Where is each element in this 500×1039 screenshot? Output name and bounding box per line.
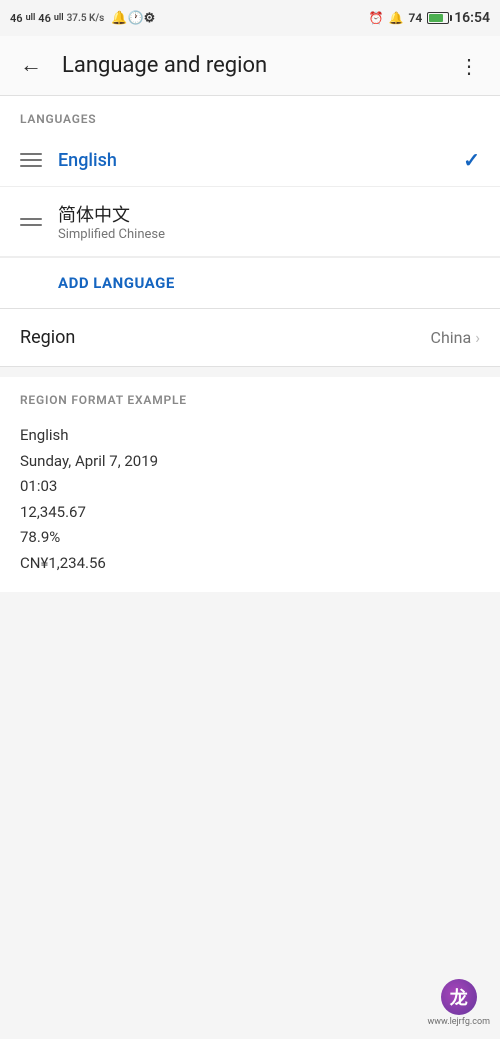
- signal-indicator: 46: [10, 12, 23, 25]
- language-sub-chinese: Simplified Chinese: [58, 227, 480, 242]
- region-label: Region: [20, 327, 75, 348]
- watermark: 龙 www.lejrfg.com: [427, 979, 490, 1027]
- status-right: ⏰ 🔔 74 16:54: [369, 10, 490, 26]
- language-name-chinese: 简体中文: [58, 201, 480, 227]
- format-line-6: CN¥1,234.56: [20, 551, 480, 577]
- signal-divider: ull: [26, 13, 36, 23]
- drag-handle-chinese[interactable]: [20, 218, 42, 226]
- format-line-2: Sunday, April 7, 2019: [20, 449, 480, 475]
- region-value-wrap: China ›: [431, 328, 480, 347]
- app-bar: ← Language and region ⋮: [0, 36, 500, 96]
- region-value: China: [431, 328, 472, 347]
- alarm-icon: ⏰: [369, 11, 384, 25]
- status-left: 46 ull 46 ull 37.5 K/s 🔔🕐⚙: [10, 11, 155, 26]
- drag-handle-english[interactable]: [20, 153, 42, 167]
- languages-section: LANGUAGES English ✓ 简体中文 Simplified Chin…: [0, 96, 500, 308]
- drag-line-4: [20, 218, 42, 220]
- chevron-right-icon: ›: [475, 328, 480, 347]
- drag-line-3: [20, 165, 42, 167]
- notification-icons: 🔔🕐⚙: [111, 11, 155, 26]
- watermark-logo: 龙: [441, 979, 477, 1015]
- language-item-english[interactable]: English ✓: [0, 134, 500, 187]
- network-speed: 37.5 K/s: [67, 13, 105, 24]
- battery-icon: [427, 12, 449, 24]
- battery-label: 74: [408, 11, 422, 25]
- format-line-3: 01:03: [20, 474, 480, 500]
- active-check-icon: ✓: [463, 148, 480, 172]
- drag-line-1: [20, 153, 42, 155]
- region-row[interactable]: Region China ›: [0, 308, 500, 367]
- time-display: 16:54: [454, 10, 490, 26]
- page-title: Language and region: [62, 53, 439, 78]
- more-options-button[interactable]: ⋮: [455, 50, 484, 82]
- signal-indicator2: 46: [38, 12, 51, 25]
- add-language-button[interactable]: ADD LANGUAGE: [0, 257, 500, 308]
- timer-icon: 🔔: [389, 11, 404, 25]
- drag-line-2: [20, 159, 42, 161]
- language-name-zh-wrap: 简体中文 Simplified Chinese: [58, 201, 480, 242]
- back-button[interactable]: ←: [16, 51, 46, 81]
- battery-fill: [429, 14, 443, 22]
- format-section-header: REGION FORMAT EXAMPLE: [20, 393, 480, 407]
- signal-divider2: ull: [54, 13, 64, 23]
- drag-line-5: [20, 224, 42, 226]
- languages-section-header: LANGUAGES: [0, 96, 500, 134]
- watermark-url: www.lejrfg.com: [427, 1017, 490, 1027]
- language-name-english: English: [58, 150, 463, 171]
- format-line-1: English: [20, 423, 480, 449]
- status-bar: 46 ull 46 ull 37.5 K/s 🔔🕐⚙ ⏰ 🔔 74 16:54: [0, 0, 500, 36]
- format-line-4: 12,345.67: [20, 500, 480, 526]
- format-line-5: 78.9%: [20, 525, 480, 551]
- language-item-chinese[interactable]: 简体中文 Simplified Chinese: [0, 187, 500, 257]
- format-section: REGION FORMAT EXAMPLE English Sunday, Ap…: [0, 377, 500, 592]
